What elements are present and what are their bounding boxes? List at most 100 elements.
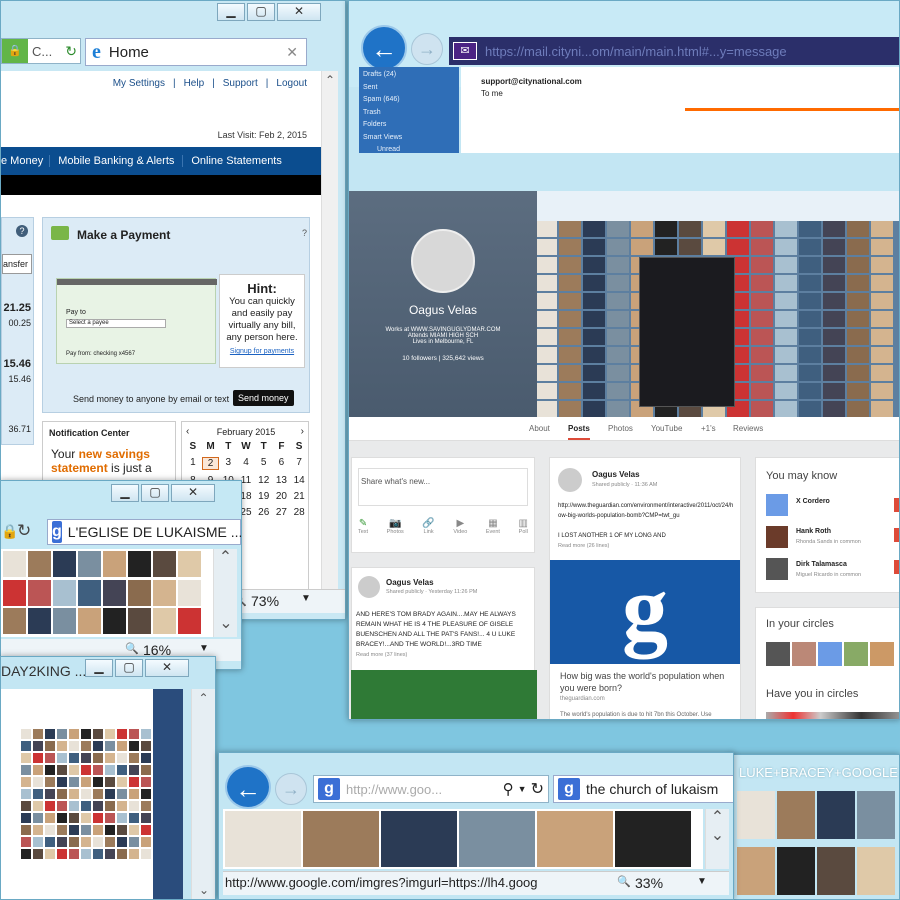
image-thumbnail[interactable] — [45, 801, 55, 811]
tab-plus-ones[interactable]: +1's — [701, 424, 716, 433]
image-thumbnail[interactable] — [81, 765, 91, 775]
calendar-day[interactable]: 28 — [290, 507, 308, 518]
image-thumbnail[interactable] — [607, 275, 629, 291]
calendar-day[interactable]: 1 — [184, 457, 202, 470]
refresh-icon[interactable]: ↻ — [65, 43, 80, 60]
image-thumbnail[interactable] — [141, 849, 151, 859]
help-link[interactable]: Help — [184, 78, 205, 89]
image-thumbnail[interactable] — [775, 365, 797, 381]
image-thumbnail[interactable] — [871, 221, 893, 237]
image-thumbnail[interactable] — [57, 837, 67, 847]
image-thumbnail[interactable] — [57, 801, 67, 811]
search-bar[interactable]: g http://www.goo... ⚲ ▼ ↻ — [313, 775, 549, 803]
image-thumbnail[interactable] — [33, 777, 43, 787]
image-thumbnail[interactable] — [607, 401, 629, 417]
image-thumbnail[interactable] — [3, 608, 26, 635]
image-thumbnail[interactable] — [559, 347, 581, 363]
tab-church[interactable]: g the church of lukaism — [553, 775, 733, 803]
zoom-dropdown-icon[interactable]: ▼ — [301, 593, 311, 604]
image-thumbnail[interactable] — [117, 729, 127, 739]
image-thumbnail[interactable] — [847, 257, 869, 273]
image-thumbnail[interactable] — [847, 365, 869, 381]
scroll-down-icon[interactable]: ⌄ — [214, 615, 238, 633]
read-more-link[interactable]: Read more (37 lines) — [356, 652, 407, 658]
minimize-icon[interactable]: ▁ — [85, 659, 113, 677]
image-thumbnail[interactable] — [823, 329, 845, 345]
image-thumbnail[interactable] — [775, 383, 797, 399]
image-thumbnail[interactable] — [117, 741, 127, 751]
image-thumbnail[interactable] — [559, 257, 581, 273]
image-thumbnail[interactable] — [799, 239, 821, 255]
image-thumbnail[interactable] — [105, 813, 115, 823]
image-thumbnail[interactable] — [535, 365, 557, 381]
image-thumbnail[interactable] — [93, 837, 103, 847]
image-thumbnail[interactable] — [775, 311, 797, 327]
image-thumbnail[interactable] — [178, 608, 201, 635]
scroll-up-icon[interactable]: ⌃ — [214, 549, 237, 567]
mail-folder[interactable]: Unread — [363, 144, 455, 157]
image-thumbnail[interactable] — [775, 275, 797, 291]
image-thumbnail[interactable] — [535, 221, 557, 237]
nav-money[interactable]: e Money — [1, 155, 51, 167]
mail-folder[interactable]: Drafts (24) — [363, 69, 455, 82]
share-action-text[interactable]: ✎ Text — [358, 518, 368, 535]
image-thumbnail[interactable] — [128, 551, 151, 577]
image-thumbnail[interactable] — [847, 347, 869, 363]
image-thumbnail[interactable] — [777, 847, 815, 895]
tab-photos[interactable]: Photos — [608, 424, 633, 433]
help-icon[interactable]: ? — [16, 225, 28, 237]
image-thumbnail[interactable] — [583, 311, 605, 327]
calendar-day[interactable]: 12 — [255, 475, 273, 486]
image-thumbnail[interactable] — [105, 753, 115, 763]
image-thumbnail[interactable] — [559, 383, 581, 399]
image-thumbnail[interactable] — [93, 849, 103, 859]
image-thumbnail[interactable] — [45, 777, 55, 787]
image-thumbnail[interactable] — [105, 825, 115, 835]
image-thumbnail[interactable] — [799, 221, 821, 237]
image-thumbnail[interactable] — [129, 837, 139, 847]
image-thumbnail[interactable] — [871, 257, 893, 273]
image-thumbnail[interactable] — [823, 401, 845, 417]
image-thumbnail[interactable] — [871, 347, 893, 363]
image-thumbnail[interactable] — [847, 311, 869, 327]
image-thumbnail[interactable] — [655, 221, 677, 237]
image-thumbnail[interactable] — [45, 813, 55, 823]
screenshot-thumbnail[interactable] — [1, 689, 183, 899]
image-thumbnail[interactable] — [381, 811, 457, 867]
calendar-day[interactable]: 5 — [255, 457, 273, 470]
image-thumbnail[interactable] — [559, 275, 581, 291]
image-thumbnail[interactable] — [93, 801, 103, 811]
image-thumbnail[interactable] — [117, 777, 127, 787]
image-thumbnail[interactable] — [45, 741, 55, 751]
image-thumbnail[interactable] — [33, 837, 43, 847]
share-action-photos[interactable]: 📷 Photos — [387, 518, 404, 535]
image-thumbnail[interactable] — [81, 801, 91, 811]
image-thumbnail[interactable] — [57, 813, 67, 823]
image-thumbnail[interactable] — [607, 383, 629, 399]
add-circle-button[interactable] — [894, 498, 899, 512]
image-thumbnail[interactable] — [751, 365, 773, 381]
image-thumbnail[interactable] — [703, 239, 725, 255]
add-circle-button[interactable] — [894, 528, 899, 542]
image-thumbnail[interactable] — [871, 365, 893, 381]
share-action-event[interactable]: ▦ Event — [486, 518, 500, 535]
mail-folder[interactable]: Folders — [363, 119, 455, 132]
image-thumbnail[interactable] — [21, 741, 31, 751]
image-thumbnail[interactable] — [679, 239, 701, 255]
image-thumbnail[interactable] — [129, 813, 139, 823]
image-thumbnail[interactable] — [69, 825, 79, 835]
image-thumbnail[interactable] — [69, 849, 79, 859]
image-thumbnail[interactable] — [93, 729, 103, 739]
image-thumbnail[interactable] — [775, 239, 797, 255]
circle-avatar[interactable] — [792, 642, 816, 666]
image-thumbnail[interactable] — [583, 239, 605, 255]
mail-folder[interactable]: Smart Views — [363, 132, 455, 145]
scroll-up-icon[interactable]: ⌃ — [706, 809, 729, 827]
calendar-day[interactable]: 14 — [290, 475, 308, 486]
suggestion-name[interactable]: X Cordero — [796, 498, 830, 505]
image-thumbnail[interactable] — [45, 765, 55, 775]
image-thumbnail[interactable] — [69, 729, 79, 739]
image-thumbnail[interactable] — [117, 753, 127, 763]
profile-avatar[interactable] — [411, 229, 475, 293]
image-thumbnail[interactable] — [103, 608, 126, 635]
